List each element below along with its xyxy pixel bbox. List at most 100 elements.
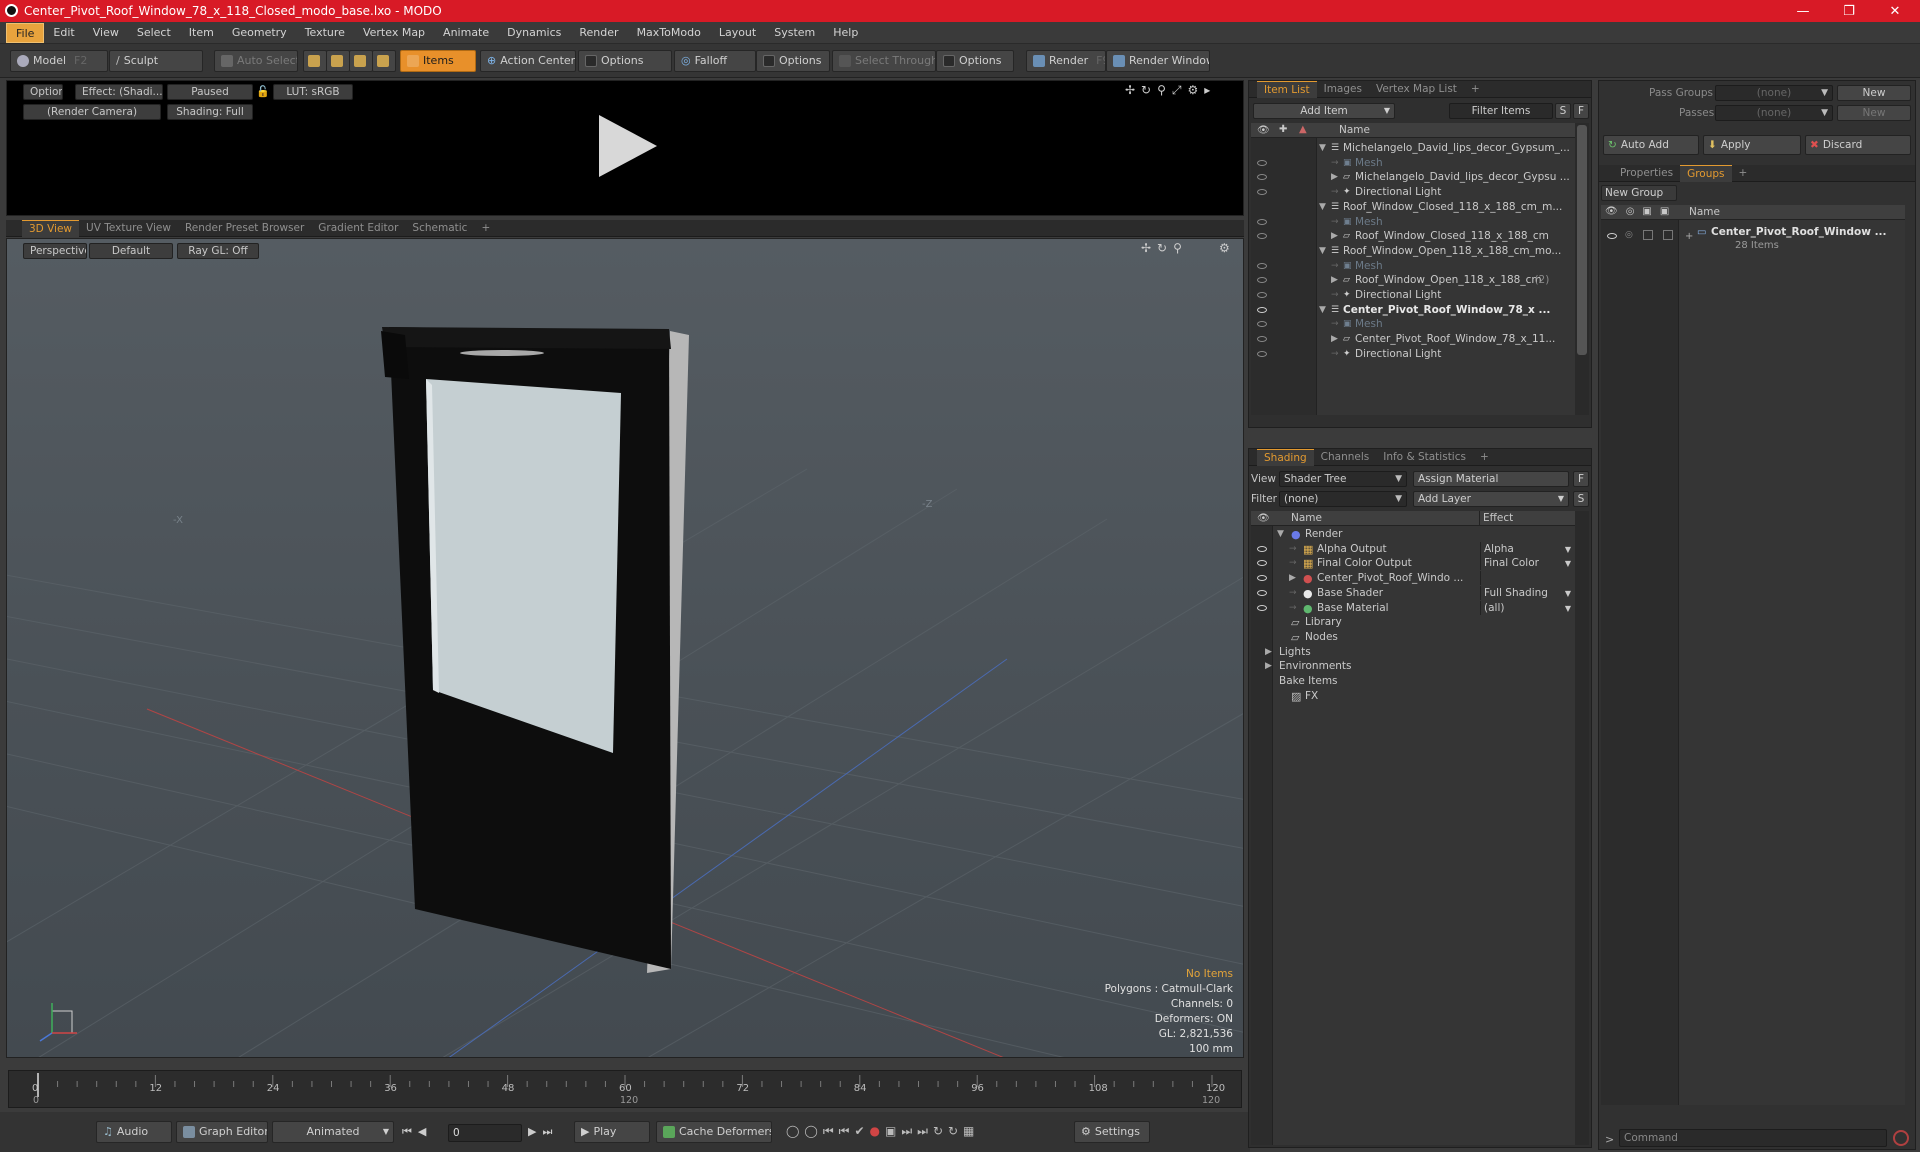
shader-tree-row[interactable]: → ▦ Alpha Output Alpha ▼ [1251, 541, 1575, 557]
visibility-eye-icon[interactable] [1257, 306, 1267, 313]
visibility-eye-icon[interactable] [1257, 262, 1267, 269]
tab-vertex-map-list[interactable]: Vertex Map List [1369, 81, 1464, 98]
items-mode-button[interactable]: Items [400, 50, 476, 72]
expand-right-icon[interactable]: ▶ [1331, 332, 1338, 347]
shader-tree-row[interactable]: ▶ ● Center_Pivot_Roof_Windo ... [1251, 571, 1575, 586]
expand-down-icon[interactable]: ▼ [1277, 527, 1284, 542]
tab-groups[interactable]: Groups [1680, 164, 1732, 182]
tab-add-shading[interactable]: + [1473, 449, 1496, 466]
timeline[interactable]: 0 12 24 36 48 60 72 84 96 108 120 0 120 120 [8, 1070, 1242, 1108]
tab-channels[interactable]: Channels [1314, 449, 1377, 466]
command-history-icon[interactable] [1893, 1130, 1909, 1146]
visibility-eye-icon[interactable] [1257, 292, 1267, 298]
tab-properties[interactable]: Properties [1613, 165, 1680, 182]
minimize-button[interactable]: — [1780, 0, 1826, 22]
menu-system[interactable]: System [765, 23, 824, 43]
visibility-eye-icon[interactable] [1257, 277, 1267, 284]
visibility-eye-icon[interactable] [1257, 575, 1267, 582]
menu-select[interactable]: Select [128, 23, 180, 43]
select-through-options-button[interactable]: Options [936, 50, 1014, 72]
effect-dropdown[interactable]: Final Color ▼ [1480, 556, 1575, 571]
group-select-checkbox[interactable] [1663, 230, 1673, 240]
view-style-dropdown[interactable]: Default [89, 243, 173, 259]
visibility-eye-icon[interactable] [1257, 321, 1267, 328]
group-visibility-icon[interactable] [1607, 233, 1617, 239]
animated-dropdown[interactable]: Animated ▼ [272, 1121, 394, 1143]
menu-animate[interactable]: Animate [434, 23, 498, 43]
shader-tree-row[interactable]: ▶ Environments [1251, 659, 1575, 674]
preview-nav-icons[interactable]: ✢↻⚲⤢⚙▸ [1125, 83, 1216, 98]
expand-right-icon[interactable]: ▶ [1289, 571, 1296, 586]
new-group-button[interactable]: New Group [1601, 185, 1677, 201]
menu-layout[interactable]: Layout [710, 23, 765, 43]
expand-down-icon[interactable]: ▼ [1319, 303, 1326, 318]
shader-tree-row[interactable]: → ● Base Material (all) ▼ [1251, 600, 1575, 616]
shader-tree-row[interactable]: ▱ Nodes [1251, 630, 1575, 645]
discard-button[interactable]: ✖ Discard [1805, 135, 1911, 155]
select-edges-button[interactable] [326, 50, 350, 72]
auto-select-button[interactable]: Auto Select [214, 50, 298, 72]
shader-view-dropdown[interactable]: Shader Tree ▼ [1279, 471, 1407, 487]
item-list-row[interactable]: ▼ ☰ Michelangelo_David_lips_decor_Gypsum_.… [1251, 141, 1575, 156]
assign-material-button[interactable]: Assign Material [1413, 471, 1569, 487]
item-list-row[interactable]: ▶ ▱ Roof_Window_Open_118_x_188_cm (2) [1251, 273, 1575, 288]
select-through-button[interactable]: Select Through [832, 50, 936, 72]
shader-scrollbar[interactable] [1575, 511, 1589, 1145]
model-mode-button[interactable]: Model F2 [10, 50, 108, 72]
view-perspective-dropdown[interactable]: Perspective [23, 243, 87, 259]
view-raygl-dropdown[interactable]: Ray GL: Off [177, 243, 259, 259]
menu-maxtomodo[interactable]: MaxToModo [628, 23, 710, 43]
auto-add-button[interactable]: ↻ Auto Add [1603, 135, 1699, 155]
menu-vertex-map[interactable]: Vertex Map [354, 23, 434, 43]
menu-dynamics[interactable]: Dynamics [498, 23, 570, 43]
tab-gradient-editor[interactable]: Gradient Editor [311, 220, 405, 237]
tab-shading[interactable]: Shading [1257, 448, 1314, 466]
shader-tree-row[interactable]: → ● Base Shader Full Shading ▼ [1251, 585, 1575, 601]
tab-add-right[interactable]: + [1732, 165, 1755, 182]
item-list-row[interactable]: ▼ ☰ Center_Pivot_Roof_Window_78_x ... [1251, 303, 1575, 318]
item-list-row[interactable]: → ✦ Directional Light [1251, 185, 1575, 200]
sculpt-mode-button[interactable]: / Sculpt [109, 50, 203, 72]
group-lock-checkbox[interactable] [1643, 230, 1653, 240]
effect-dropdown[interactable]: Full Shading ▼ [1480, 585, 1575, 600]
visibility-eye-icon[interactable] [1257, 545, 1267, 552]
item-list-row[interactable]: ▼ ☰ Roof_Window_Open_118_x_188_cm_mo... [1251, 244, 1575, 259]
shading-s-button[interactable]: S [1573, 491, 1589, 507]
item-list-row[interactable]: → ▣ Mesh [1251, 259, 1575, 274]
item-list-scrollbar[interactable] [1575, 123, 1589, 415]
falloff-options-button[interactable]: Options [756, 50, 830, 72]
preview-paused-button[interactable]: Paused [167, 84, 253, 100]
new-pass-group-button[interactable]: New [1837, 85, 1911, 101]
audio-button[interactable]: ♫ Audio [96, 1121, 172, 1143]
filter-items-input[interactable]: Filter Items [1449, 103, 1553, 119]
shader-tree-row[interactable]: ▱ Library [1251, 615, 1575, 630]
tab-3d-view[interactable]: 3D View [22, 219, 80, 237]
visibility-eye-icon[interactable] [1257, 159, 1267, 166]
shader-filter-dropdown[interactable]: (none) ▼ [1279, 491, 1407, 507]
menu-item[interactable]: Item [180, 23, 223, 43]
visibility-eye-icon[interactable] [1257, 174, 1267, 181]
passes-dropdown[interactable]: (none) ▼ [1715, 105, 1833, 121]
action-center-options-button[interactable]: Options [578, 50, 672, 72]
tab-info-statistics[interactable]: Info & Statistics [1376, 449, 1473, 466]
expand-right-icon[interactable]: ▶ [1331, 170, 1338, 185]
tab-item-list[interactable]: Item List [1257, 80, 1317, 98]
shader-tree-row[interactable]: ▼ ● Render [1251, 527, 1575, 542]
viewport-settings-icon[interactable]: ⚙ [1219, 241, 1230, 255]
preview-shading-dropdown[interactable]: Shading: Full [167, 104, 253, 120]
add-layer-dropdown[interactable]: Add Layer ▼ [1413, 491, 1569, 507]
group-render-icon[interactable]: ◎ [1625, 230, 1633, 240]
itemlist-f-button[interactable]: F [1573, 103, 1589, 119]
group-name[interactable]: Center_Pivot_Roof_Window ... [1711, 226, 1887, 238]
visibility-eye-icon[interactable] [1257, 560, 1267, 567]
menu-geometry[interactable]: Geometry [223, 23, 296, 43]
item-list-row[interactable]: → ▣ Mesh [1251, 215, 1575, 230]
item-list-row[interactable]: → ▣ Mesh [1251, 156, 1575, 171]
tab-uv-texture-view[interactable]: UV Texture View [79, 220, 178, 237]
menu-help[interactable]: Help [824, 23, 867, 43]
falloff-button[interactable]: ◎ Falloff [674, 50, 756, 72]
close-button[interactable]: ✕ [1872, 0, 1918, 22]
new-pass-button[interactable]: New [1837, 105, 1911, 121]
cache-deformers-button[interactable]: Cache Deformers [656, 1121, 772, 1143]
viewport-nav-icons[interactable]: ✢↻⚲ [1141, 241, 1188, 255]
